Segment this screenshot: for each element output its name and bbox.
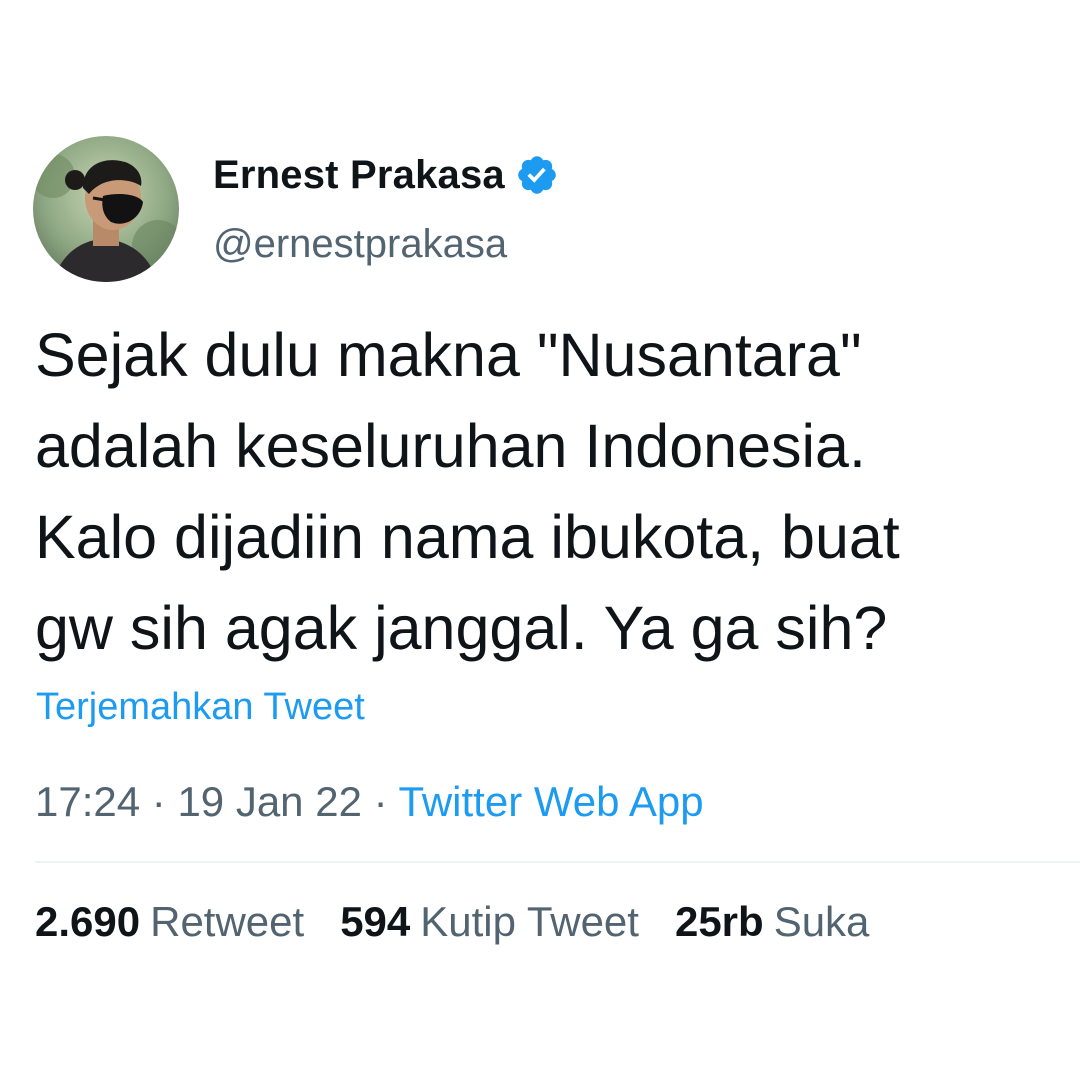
retweets-label: Retweet xyxy=(150,898,305,945)
tweet-source-link[interactable]: Twitter Web App xyxy=(399,778,704,825)
avatar-image xyxy=(33,136,179,282)
quotes-stat[interactable]: 594 Kutip Tweet xyxy=(340,898,639,946)
likes-label: Suka xyxy=(773,898,870,945)
verified-badge-icon xyxy=(515,153,559,197)
display-name[interactable]: Ernest Prakasa xyxy=(213,153,505,198)
tweet-card: Ernest Prakasa @ernestprakasa Sejak dulu… xyxy=(0,0,1080,1080)
meta-separator: · xyxy=(361,778,399,825)
likes-count: 25rb xyxy=(674,898,764,945)
avatar[interactable] xyxy=(33,136,179,282)
quotes-count: 594 xyxy=(340,898,411,945)
divider xyxy=(35,861,1080,863)
tweet-text: Sejak dulu makna "Nusantara" adalah kese… xyxy=(35,310,1065,674)
user-handle[interactable]: @ernestprakasa xyxy=(213,222,507,267)
quotes-label: Kutip Tweet xyxy=(420,898,639,945)
tweet-text-line: gw sih agak janggal. Ya ga sih? xyxy=(35,594,888,662)
tweet-text-line: Sejak dulu makna "Nusantara" xyxy=(35,321,862,389)
translate-tweet-link[interactable]: Terjemahkan Tweet xyxy=(36,686,365,729)
meta-separator: · xyxy=(140,778,178,825)
tweet-stats: 2.690 Retweet 594 Kutip Tweet 25rb Suka xyxy=(35,898,905,946)
likes-stat[interactable]: 25rb Suka xyxy=(675,898,869,946)
tweet-text-line: adalah keseluruhan Indonesia. xyxy=(35,412,866,480)
tweet-meta: 17:24 · 19 Jan 22 · Twitter Web App xyxy=(35,778,704,826)
retweets-count: 2.690 xyxy=(35,898,141,945)
display-name-row: Ernest Prakasa xyxy=(213,150,559,200)
tweet-text-line: Kalo dijadiin nama ibukota, buat xyxy=(35,503,900,571)
tweet-date[interactable]: 19 Jan 22 xyxy=(177,778,362,825)
retweets-stat[interactable]: 2.690 Retweet xyxy=(35,898,304,946)
tweet-time[interactable]: 17:24 xyxy=(35,778,140,825)
